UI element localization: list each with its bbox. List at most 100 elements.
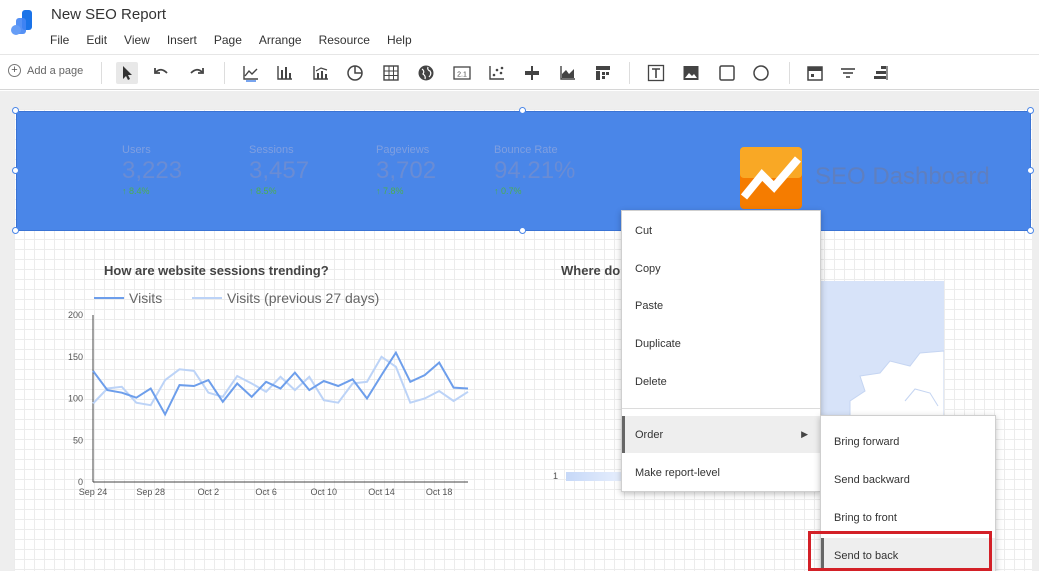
x-tick-label: Oct 10	[311, 487, 338, 497]
menu-item-order[interactable]: Order ▶	[622, 416, 820, 453]
menu-item-duplicate[interactable]: Duplicate	[622, 325, 820, 362]
kpi-users: Users 3,223 ↑ 8.4%	[122, 144, 182, 196]
legend-label-previous: Visits (previous 27 days)	[227, 290, 379, 306]
redo-icon[interactable]	[186, 62, 208, 84]
kpi-label: Pageviews	[376, 144, 430, 156]
menu-page[interactable]: Page	[214, 33, 242, 47]
title-bar: New SEO Report File Edit View Insert Pag…	[0, 0, 1039, 54]
kpi-pageviews: Pageviews 3,702 ↑ 7.8%	[376, 144, 436, 196]
x-tick-label: Oct 18	[426, 487, 453, 497]
chart-title: How are website sessions trending?	[104, 263, 329, 278]
menu-item-cut[interactable]: Cut	[622, 212, 820, 249]
x-tick-label: Oct 14	[368, 487, 395, 497]
x-tick-label: Sep 24	[79, 487, 108, 497]
x-tick-label: Oct 6	[255, 487, 277, 497]
y-tick-label: 0	[78, 477, 83, 487]
kpi-change: ↑ 7.8%	[376, 186, 404, 196]
menu-edit[interactable]: Edit	[86, 33, 107, 47]
map-title: Where do	[561, 263, 621, 278]
data-control-icon[interactable]	[870, 62, 892, 84]
area-chart-icon[interactable]	[557, 62, 579, 84]
resize-handle[interactable]	[1027, 107, 1034, 114]
toolbar-divider	[101, 62, 102, 84]
menu-item-delete[interactable]: Delete	[622, 363, 820, 400]
kpi-change: ↑ 0.7%	[494, 186, 522, 196]
menu-bar: File Edit View Insert Page Arrange Resou…	[50, 33, 429, 47]
resize-handle[interactable]	[12, 167, 19, 174]
kpi-change: ↑ 8.4%	[122, 186, 150, 196]
y-tick-label: 150	[68, 352, 83, 362]
menu-item-make-report-level[interactable]: Make report-level	[622, 454, 820, 491]
rectangle-icon[interactable]	[716, 62, 738, 84]
kpi-value: 3,223	[122, 157, 183, 184]
document-title[interactable]: New SEO Report	[51, 6, 166, 23]
geo-map[interactable]	[820, 281, 945, 417]
add-page-label: Add a page	[27, 64, 84, 77]
select-pointer-icon[interactable]	[116, 62, 138, 84]
menu-item-bring-forward[interactable]: Bring forward	[821, 424, 995, 460]
menu-arrange[interactable]: Arrange	[259, 33, 302, 47]
menu-help[interactable]: Help	[387, 33, 412, 47]
menu-file[interactable]: File	[50, 33, 69, 47]
scorecard-icon-text: 2.1	[457, 72, 467, 79]
image-icon[interactable]	[680, 62, 702, 84]
kpi-change: ↑ 8.5%	[249, 186, 277, 196]
dashboard-title: SEO Dashboard	[815, 163, 990, 190]
menu-divider	[622, 408, 820, 409]
kpi-sessions: Sessions 3,457 ↑ 8.5%	[249, 144, 309, 196]
kpi-value: 94.21%	[494, 157, 576, 184]
resize-handle[interactable]	[12, 107, 19, 114]
map-legend-min: 1	[553, 471, 559, 481]
time-series-icon[interactable]	[240, 62, 262, 84]
resize-handle[interactable]	[519, 107, 526, 114]
bullet-chart-icon[interactable]	[521, 62, 543, 84]
y-tick-label: 50	[73, 435, 83, 445]
toolbar: + Add a page 2.1	[0, 54, 1039, 90]
menu-insert[interactable]: Insert	[167, 33, 197, 47]
chevron-right-icon: ▶	[801, 429, 808, 439]
toolbar-divider	[789, 62, 790, 84]
geo-map-icon[interactable]	[415, 62, 437, 84]
menu-resource[interactable]: Resource	[319, 33, 370, 47]
data-studio-logo-icon[interactable]	[10, 8, 36, 36]
kpi-value: 3,702	[376, 157, 437, 184]
map-legend-gradient	[566, 472, 626, 481]
analytics-logo-icon	[740, 147, 802, 209]
resize-handle[interactable]	[1027, 227, 1034, 234]
add-circle-icon: +	[8, 64, 21, 77]
combo-chart-icon[interactable]	[310, 62, 332, 84]
kpi-label: Bounce Rate	[494, 144, 558, 156]
legend-label-visits: Visits	[129, 290, 162, 306]
table-icon[interactable]	[380, 62, 402, 84]
menu-item-paste[interactable]: Paste	[622, 287, 820, 324]
menu-item-order-label: Order	[635, 428, 664, 441]
kpi-label: Sessions	[249, 144, 294, 156]
pivot-table-icon[interactable]	[592, 62, 614, 84]
filter-control-icon[interactable]	[837, 62, 859, 84]
date-range-icon[interactable]	[804, 62, 826, 84]
add-page-button[interactable]: + Add a page	[8, 64, 83, 77]
context-menu: Cut Copy Paste Duplicate Delete Order ▶ …	[621, 210, 821, 492]
circle-icon[interactable]	[750, 62, 772, 84]
menu-view[interactable]: View	[124, 33, 150, 47]
menu-item-copy[interactable]: Copy	[622, 250, 820, 287]
resize-handle[interactable]	[12, 227, 19, 234]
x-tick-label: Sep 28	[136, 487, 165, 497]
x-tick-label: Oct 2	[198, 487, 220, 497]
menu-item-send-backward[interactable]: Send backward	[821, 462, 995, 498]
sessions-line-chart[interactable]: Visits Visits (previous 27 days) 0 50 100 1…	[60, 285, 490, 505]
kpi-value: 3,457	[249, 157, 310, 184]
pie-chart-icon[interactable]	[344, 62, 366, 84]
undo-icon[interactable]	[150, 62, 172, 84]
toolbar-divider	[629, 62, 630, 84]
y-tick-label: 200	[68, 310, 83, 320]
bar-chart-icon[interactable]	[274, 62, 296, 84]
resize-handle[interactable]	[1027, 167, 1034, 174]
annotation-highlight-box	[808, 531, 992, 571]
text-icon[interactable]	[645, 62, 667, 84]
scatter-chart-icon[interactable]	[486, 62, 508, 84]
scorecard-icon[interactable]: 2.1	[451, 62, 473, 84]
kpi-label: Users	[122, 144, 151, 156]
resize-handle[interactable]	[519, 227, 526, 234]
y-tick-label: 100	[68, 394, 83, 404]
